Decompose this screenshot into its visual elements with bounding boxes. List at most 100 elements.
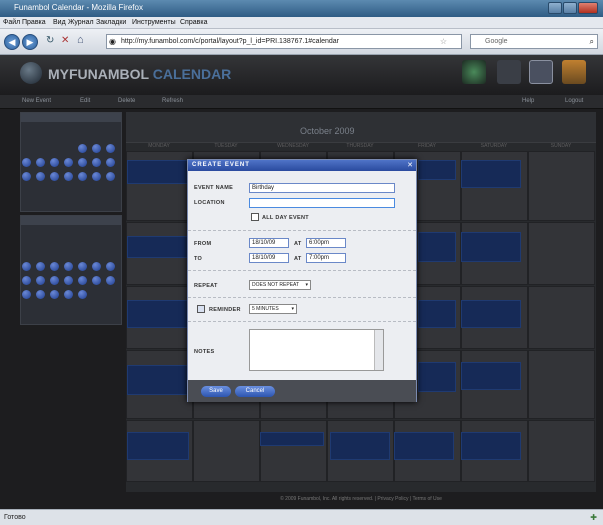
close-icon[interactable]: ✕	[407, 161, 413, 169]
mini-calendar-day[interactable]	[50, 262, 59, 271]
mini-calendar-day[interactable]	[78, 276, 87, 285]
menu-item-history[interactable]: Журнал	[68, 19, 94, 26]
minimize-button[interactable]	[548, 2, 562, 14]
save-button[interactable]: Save	[201, 386, 231, 397]
sync-icon[interactable]	[462, 60, 486, 84]
forward-icon[interactable]: ▶	[22, 34, 38, 50]
mini-calendar-day[interactable]	[106, 158, 115, 167]
search-box[interactable]: Google ⌕	[470, 34, 598, 49]
mini-calendar-day[interactable]	[36, 158, 45, 167]
mini-calendar-day[interactable]	[106, 144, 115, 153]
mini-calendar-day[interactable]	[22, 290, 31, 299]
all-day-label: ALL DAY EVENT	[262, 215, 309, 221]
month-label: October 2009	[300, 126, 355, 136]
menu-item-file[interactable]: Файл	[3, 19, 20, 26]
repeat-label: REPEAT	[194, 283, 218, 289]
mini-calendar-day[interactable]	[36, 290, 45, 299]
mini-calendar-day[interactable]	[78, 144, 87, 153]
addon-icon: ✚	[590, 513, 597, 522]
to-time-input[interactable]: 7:00pm	[306, 253, 346, 263]
mini-calendar-day[interactable]	[78, 262, 87, 271]
mini-calendar-day[interactable]	[22, 158, 31, 167]
menu-item-tools[interactable]: Инструменты	[132, 19, 176, 26]
dialog-header: CREATE EVENT ✕	[188, 160, 416, 171]
app-toolbar: New Event Edit Delete Refresh Help Logou…	[0, 95, 603, 109]
all-day-checkbox[interactable]	[251, 213, 259, 221]
to-at-label: AT	[294, 256, 302, 262]
new-event-button[interactable]: New Event	[22, 98, 51, 104]
mini-calendar-day[interactable]	[22, 262, 31, 271]
search-icon[interactable]: ⌕	[590, 37, 594, 47]
to-date-input[interactable]: 18/10/09	[249, 253, 289, 263]
reload-icon[interactable]: ↻	[46, 35, 54, 46]
close-window-button[interactable]	[578, 2, 598, 14]
divider	[188, 321, 416, 322]
cancel-button[interactable]: Cancel	[235, 386, 275, 397]
mini-calendar-day[interactable]	[106, 262, 115, 271]
back-icon[interactable]: ◀	[4, 34, 20, 50]
menu-item-help[interactable]: Справка	[180, 19, 207, 26]
reminder-select[interactable]: 5 MINUTES ▾	[249, 304, 297, 314]
mini-calendar-day[interactable]	[36, 172, 45, 181]
mini-calendar-day[interactable]	[50, 290, 59, 299]
from-time-input[interactable]: 6:00pm	[306, 238, 346, 248]
site-identity-icon[interactable]: ◉	[109, 37, 116, 46]
menu-item-edit[interactable]: Правка	[22, 19, 46, 26]
mini-calendar-day[interactable]	[64, 262, 73, 271]
maximize-button[interactable]	[563, 2, 577, 14]
mini-calendar-day[interactable]	[36, 276, 45, 285]
mini-calendar-header	[21, 113, 121, 122]
help-button[interactable]: Help	[522, 98, 534, 104]
brand-accent: CALENDAR	[152, 66, 232, 82]
mini-calendar-day[interactable]	[92, 262, 101, 271]
mini-calendar-header	[21, 216, 121, 225]
from-date-input[interactable]: 18/10/09	[249, 238, 289, 248]
search-engine-label: Google	[485, 38, 508, 45]
location-input[interactable]	[249, 198, 395, 208]
mini-calendar-day[interactable]	[92, 144, 101, 153]
mini-calendar-day[interactable]	[106, 172, 115, 181]
app-brand: MYFUNAMBOL CALENDAR	[48, 66, 231, 82]
notes-label: NOTES	[194, 349, 215, 355]
stop-icon[interactable]: ✕	[61, 35, 69, 46]
menu-item-bookmarks[interactable]: Закладки	[96, 19, 126, 26]
refresh-button[interactable]: Refresh	[162, 98, 183, 104]
event-name-input[interactable]: Birthday	[249, 183, 395, 193]
notes-textarea[interactable]	[249, 329, 384, 371]
mini-calendar-day[interactable]	[22, 276, 31, 285]
mini-calendar-day[interactable]	[92, 158, 101, 167]
edit-button[interactable]: Edit	[80, 98, 90, 104]
from-label: FROM	[194, 241, 212, 247]
mini-calendar-day[interactable]	[22, 172, 31, 181]
location-label: LOCATION	[194, 200, 225, 206]
logout-button[interactable]: Logout	[565, 98, 583, 104]
repeat-select[interactable]: DOES NOT REPEAT ▾	[249, 280, 311, 290]
contacts-icon[interactable]	[497, 60, 521, 84]
mini-calendar-day[interactable]	[78, 172, 87, 181]
notes-scrollbar[interactable]	[374, 330, 383, 370]
window-titlebar: Funambol Calendar - Mozilla Firefox	[0, 0, 603, 17]
bookmark-star-icon[interactable]: ☆	[440, 37, 447, 46]
url-text: http://my.funambol.com/c/portal/layout?p…	[121, 38, 339, 45]
mini-calendar-day[interactable]	[92, 172, 101, 181]
reminder-checkbox[interactable]	[197, 305, 205, 313]
mini-calendar-day[interactable]	[50, 158, 59, 167]
mini-calendar-day[interactable]	[50, 172, 59, 181]
url-bar[interactable]: ◉ http://my.funambol.com/c/portal/layout…	[106, 34, 462, 49]
mini-calendar-day[interactable]	[64, 276, 73, 285]
mini-calendar-day[interactable]	[36, 262, 45, 271]
home-icon[interactable]: ⌂	[77, 34, 84, 46]
mini-calendar-day[interactable]	[78, 158, 87, 167]
mini-calendar-day[interactable]	[106, 276, 115, 285]
mail-icon[interactable]	[562, 60, 586, 84]
mini-calendar-day[interactable]	[92, 276, 101, 285]
delete-button[interactable]: Delete	[118, 98, 135, 104]
mini-calendar-day[interactable]	[64, 158, 73, 167]
mini-calendar-day[interactable]	[64, 172, 73, 181]
mini-calendar-day[interactable]	[50, 276, 59, 285]
calendar-icon[interactable]	[529, 60, 553, 84]
menu-item-view[interactable]: Вид	[53, 19, 66, 26]
mini-calendar-day[interactable]	[78, 290, 87, 299]
mini-calendar-day[interactable]	[64, 290, 73, 299]
menu-bar: Файл Правка Вид Журнал Закладки Инструме…	[0, 17, 603, 29]
